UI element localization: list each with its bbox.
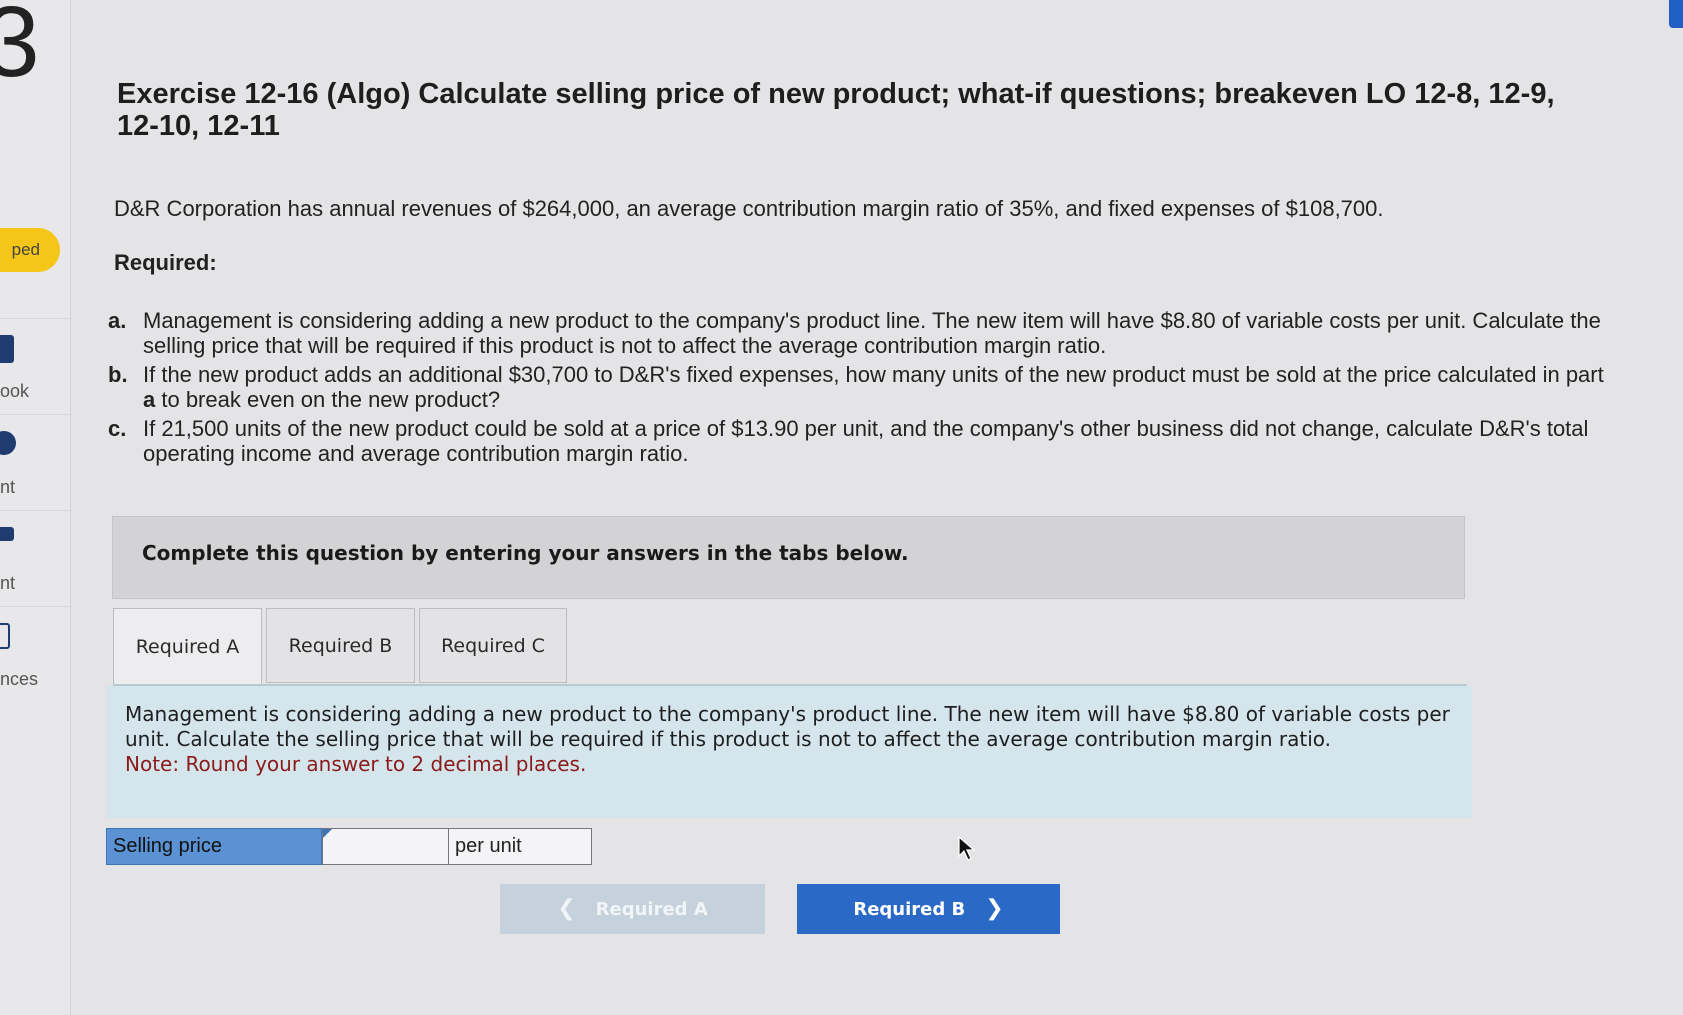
list-marker: a.: [108, 308, 127, 333]
unit-label: per unit: [449, 828, 592, 865]
book-icon: [0, 335, 14, 363]
answer-row: Selling price per unit: [106, 828, 592, 865]
panel-text: Management is considering adding a new p…: [125, 702, 1450, 751]
sidebar-item-label: nces: [0, 669, 39, 689]
previous-button-label: Required A: [595, 898, 708, 920]
list-item: a. Management is considering adding a ne…: [108, 308, 1608, 358]
requirement-text: If the new product adds an additional $3…: [143, 362, 1604, 412]
instruction-text: Complete this question by entering your …: [142, 541, 909, 565]
sidebar-item-print[interactable]: nt: [0, 414, 70, 510]
list-marker: c.: [108, 416, 127, 441]
list-marker: b.: [108, 362, 128, 387]
page-title: Exercise 12-16 (Algo) Calculate selling …: [117, 78, 1555, 142]
panel-note: Note: Round your answer to 2 decimal pla…: [125, 752, 587, 776]
selling-price-input[interactable]: [322, 828, 449, 865]
print-icon: [0, 431, 16, 455]
tab-panel: Management is considering adding a new p…: [107, 686, 1472, 818]
sidebar-item-ebook[interactable]: ook: [0, 318, 70, 414]
problem-intro: D&R Corporation has annual revenues of $…: [114, 196, 1384, 221]
chevron-right-icon: ❯: [985, 896, 1004, 921]
instruction-banner: Complete this question by entering your …: [112, 516, 1465, 599]
requirement-text: Management is considering adding a new p…: [143, 308, 1601, 358]
status-badge: ped: [0, 228, 60, 272]
question-number: 3: [0, 0, 40, 98]
list-item: b. If the new product adds an additional…: [108, 362, 1608, 412]
chevron-left-icon: ❮: [557, 896, 576, 921]
references-icon: [0, 623, 10, 649]
tab-required-a[interactable]: Required A: [113, 608, 262, 685]
sidebar-item-label: nt: [0, 573, 16, 593]
sidebar-item-print-2[interactable]: nt: [0, 510, 70, 606]
next-button-label: Required B: [853, 898, 966, 920]
print-icon: [0, 527, 14, 541]
selling-price-field-wrap: [322, 828, 449, 865]
required-heading: Required:: [114, 250, 217, 275]
list-item: c. If 21,500 units of the new product co…: [108, 416, 1608, 466]
left-sidebar: 3 ped ook nt nt nces: [0, 0, 71, 1015]
window-corner-accent: [1669, 0, 1683, 28]
tab-bar: Required A Required B Required C: [113, 608, 571, 685]
sidebar-item-label: ook: [0, 381, 30, 401]
tab-required-c[interactable]: Required C: [419, 608, 567, 683]
requirement-text: If 21,500 units of the new product could…: [143, 416, 1589, 466]
requirements-list: a. Management is considering adding a ne…: [108, 308, 1608, 470]
sidebar-item-label: nt: [0, 477, 16, 497]
tab-required-b[interactable]: Required B: [266, 608, 415, 683]
previous-button[interactable]: ❮ Required A: [500, 884, 765, 934]
sidebar-item-references[interactable]: nces: [0, 606, 70, 702]
selling-price-label: Selling price: [106, 828, 322, 865]
next-button[interactable]: Required B ❯: [797, 884, 1060, 934]
